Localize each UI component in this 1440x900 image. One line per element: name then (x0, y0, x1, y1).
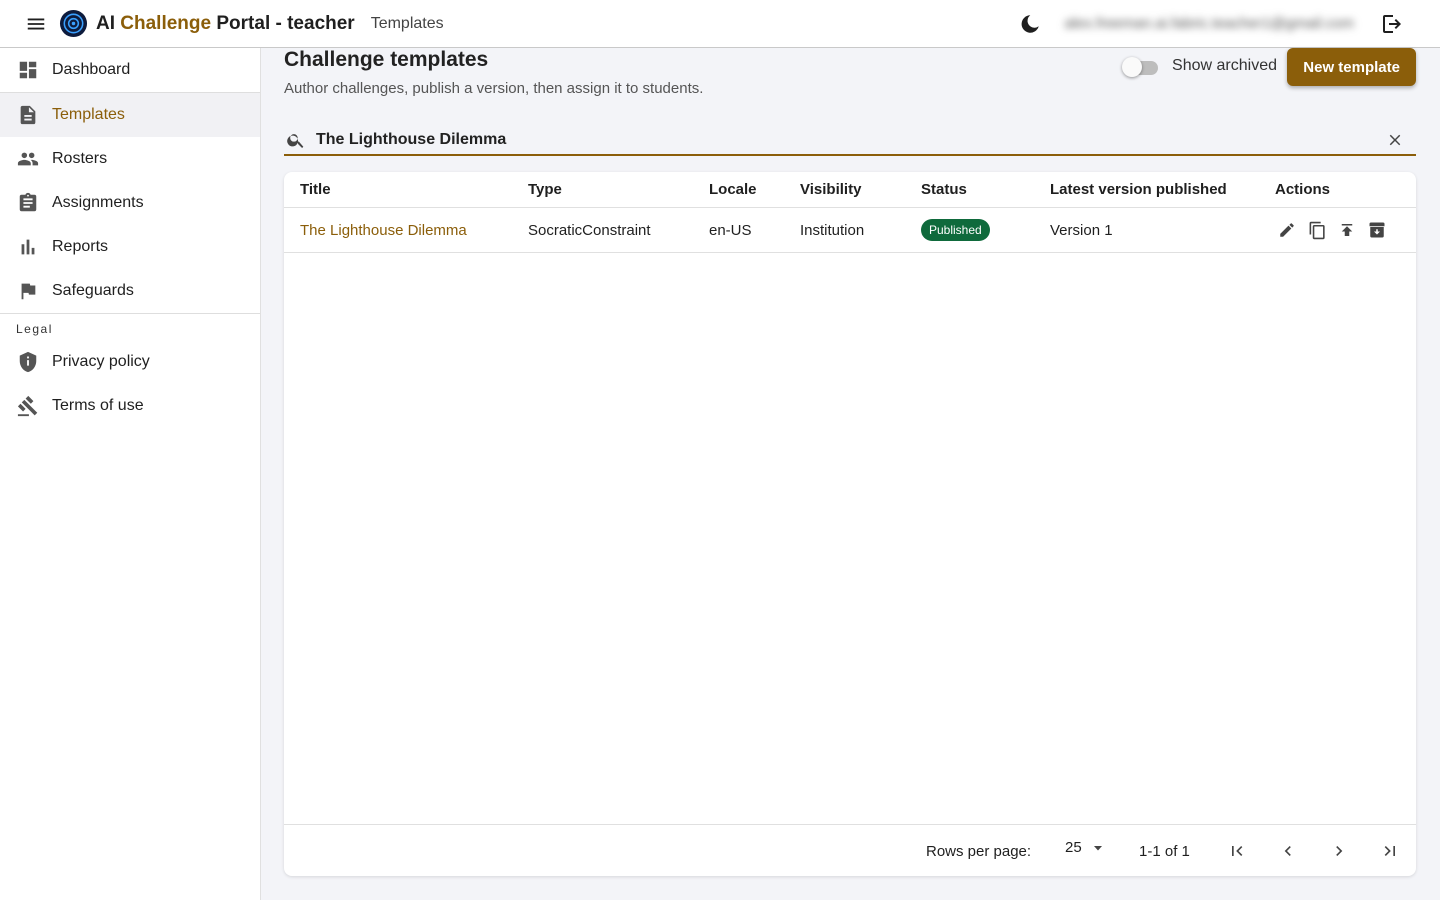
column-header-type[interactable]: Type (528, 181, 562, 198)
rows-per-page-select[interactable]: 25 (1065, 839, 1104, 856)
menu-button[interactable] (18, 6, 54, 42)
sidebar-item-dashboard[interactable]: Dashboard (0, 48, 260, 92)
document-icon (17, 104, 39, 126)
sidebar-item-rosters[interactable]: Rosters (0, 137, 260, 181)
edit-button[interactable] (1275, 218, 1299, 242)
template-locale: en-US (709, 221, 752, 239)
sidebar-item-reports[interactable]: Reports (0, 225, 260, 269)
moon-icon (1022, 14, 1040, 33)
show-archived-control: Show archived (1122, 56, 1277, 77)
template-title-link[interactable]: The Lighthouse Dilemma (300, 222, 467, 239)
switch-thumb (1122, 57, 1143, 77)
pencil-icon (1280, 223, 1294, 237)
duplicate-button[interactable] (1305, 218, 1329, 242)
sidebar-item-safeguards[interactable]: Safeguards (0, 269, 260, 313)
people-icon (17, 148, 39, 170)
column-header-status[interactable]: Status (921, 181, 967, 198)
logout-icon (1383, 14, 1401, 33)
rows-per-page-label: Rows per page: (926, 843, 1032, 860)
caret-down-icon (1093, 845, 1102, 850)
column-header-title[interactable]: Title (300, 181, 331, 198)
first-page-icon (1232, 846, 1243, 856)
chevron-right-icon (1336, 846, 1343, 856)
first-page-button[interactable] (1225, 839, 1249, 863)
template-type: SocraticConstraint (528, 221, 651, 239)
brand-accent: Challenge (120, 12, 212, 34)
new-template-button[interactable]: New template (1287, 48, 1416, 86)
status-cell: Published (921, 219, 990, 241)
column-header-actions: Actions (1275, 181, 1331, 198)
show-archived-switch[interactable] (1122, 56, 1160, 77)
table-header: Title Type Locale Visibility Status Late… (284, 172, 1416, 208)
clear-search-button[interactable] (1384, 129, 1406, 151)
archive-icon (1369, 222, 1385, 238)
copy-icon (1309, 221, 1325, 239)
top-app-bar: AI Challenge Portal - teacher Templates … (0, 0, 1440, 48)
search-icon (285, 129, 307, 151)
sidebar-item-label: Templates (52, 106, 125, 123)
template-visibility: Institution (800, 221, 865, 239)
gavel-icon (17, 395, 39, 417)
sidebar-item-label: Privacy policy (52, 353, 150, 370)
search-input[interactable] (316, 131, 1384, 149)
previous-page-button[interactable] (1276, 839, 1300, 863)
bar-chart-icon (17, 236, 39, 258)
flag-icon (17, 280, 39, 302)
templates-table: Title Type Locale Visibility Status Late… (284, 172, 1416, 876)
sidebar-item-label: Dashboard (52, 61, 131, 78)
app-logo (59, 9, 88, 38)
page-subtitle: Author challenges, publish a version, th… (284, 80, 704, 97)
sidebar-item-templates[interactable]: Templates (0, 93, 260, 137)
column-header-latest-version[interactable]: Latest version published (1050, 181, 1227, 198)
shield-icon (17, 351, 39, 373)
hamburger-icon (27, 18, 45, 29)
dashboard-icon (17, 59, 39, 81)
publish-button[interactable] (1335, 218, 1359, 242)
row-actions (1275, 218, 1395, 242)
table-pagination: Rows per page: 25 1-1 of 1 (284, 824, 1416, 876)
search-bar (284, 126, 1416, 156)
next-page-button[interactable] (1327, 839, 1351, 863)
sidebar-item-label: Terms of use (52, 397, 144, 414)
publish-icon (1341, 224, 1353, 236)
sidebar-item-label: Rosters (52, 150, 108, 167)
column-header-locale[interactable]: Locale (709, 181, 757, 198)
theme-toggle-button[interactable] (1012, 6, 1048, 42)
breadcrumb: Templates (370, 14, 444, 32)
close-icon (1389, 134, 1401, 146)
sidebar-item-label: Safeguards (52, 282, 134, 299)
status-badge: Published (921, 219, 990, 241)
sidebar-item-terms-of-use[interactable]: Terms of use (0, 384, 260, 428)
sidebar-item-assignments[interactable]: Assignments (0, 181, 260, 225)
last-page-icon (1384, 846, 1395, 856)
logout-button[interactable] (1374, 6, 1410, 42)
app-title: AI Challenge Portal - teacher (96, 13, 355, 35)
brand-prefix: AI (96, 12, 115, 34)
pagination-range: 1-1 of 1 (1139, 843, 1190, 860)
brand-suffix: Portal - teacher (216, 12, 355, 34)
template-latest-version: Version 1 (1050, 221, 1113, 239)
column-header-visibility[interactable]: Visibility (800, 181, 861, 198)
rows-per-page-value: 25 (1065, 839, 1082, 856)
archive-button[interactable] (1365, 218, 1389, 242)
last-page-button[interactable] (1378, 839, 1402, 863)
sidebar-item-label: Assignments (52, 194, 144, 211)
user-email: alex.freeman.ai.fabric.teacher1@gmail.co… (1064, 15, 1354, 32)
clipboard-icon (17, 192, 39, 214)
sidebar-group-legal: Legal (16, 322, 53, 336)
table-row: The Lighthouse Dilemma SocraticConstrain… (284, 208, 1416, 253)
sidebar: Dashboard Templates Rosters Assignments … (0, 48, 261, 900)
sidebar-item-label: Reports (52, 238, 109, 255)
show-archived-label: Show archived (1172, 57, 1277, 74)
sidebar-item-privacy-policy[interactable]: Privacy policy (0, 340, 260, 384)
chevron-left-icon (1284, 846, 1291, 856)
page-title: Challenge templates (284, 48, 489, 71)
